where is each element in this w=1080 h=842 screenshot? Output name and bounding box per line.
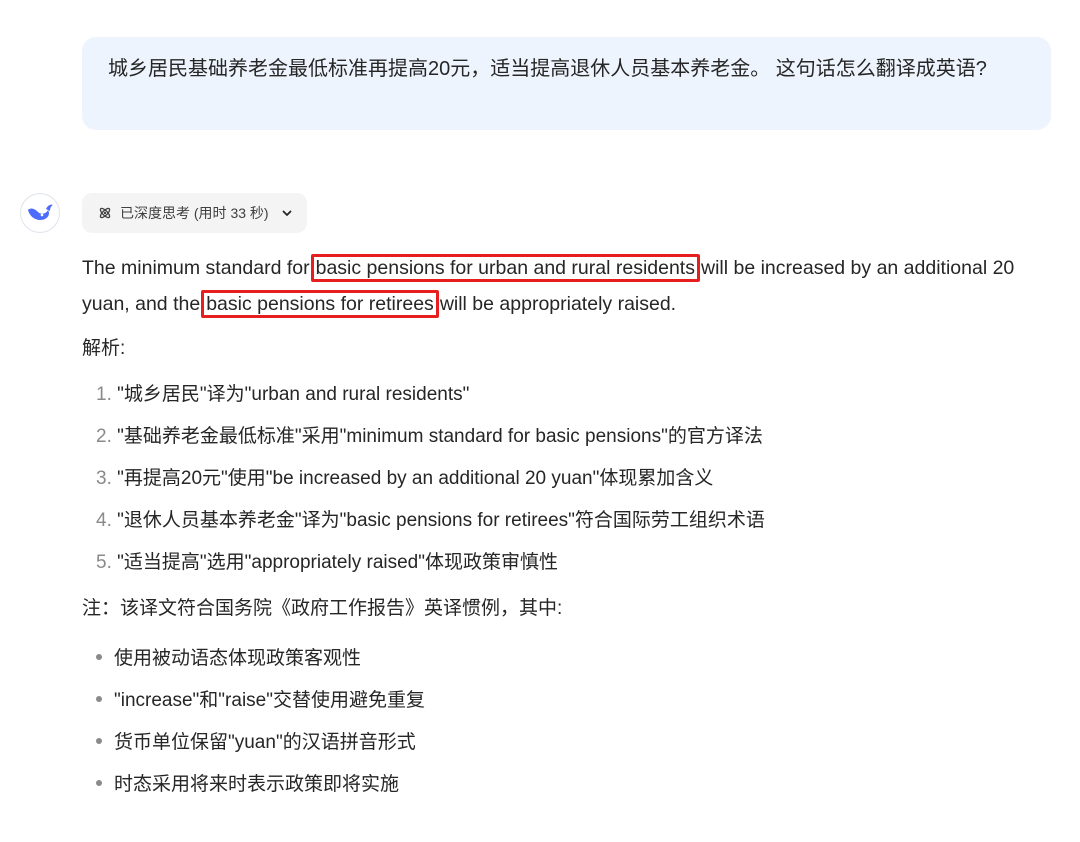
assistant-avatar [20,193,60,233]
analysis-heading: 解析: [82,338,126,359]
translation-part: will be appropriately raised. [439,293,677,315]
list-item: 使用被动语态体现政策客观性 [82,638,1042,680]
list-number: 5. [96,552,112,573]
translation-text: The minimum standard for basic pensions f… [82,250,1042,322]
note-text: 注：该译文符合国务院《政府工作报告》英译惯例，其中: [82,598,563,619]
list-item: 4. "退休人员基本养老金"译为"basic pensions for reti… [82,500,1042,542]
translation-part: The minimum standard for [82,257,310,279]
list-item: "increase"和"raise"交替使用避免重复 [82,680,1042,722]
atom-icon [99,207,111,219]
list-text: "increase"和"raise"交替使用避免重复 [114,690,425,711]
deepseek-whale-icon [28,204,53,220]
list-text: "城乡居民"译为"urban and rural residents" [117,384,470,405]
list-item: 5. "适当提高"选用"appropriately raised"体现政策审慎性 [82,542,1042,584]
analysis-list: 1. "城乡居民"译为"urban and rural residents" 2… [82,374,1042,584]
bullet-icon [96,653,102,660]
list-item: 1. "城乡居民"译为"urban and rural residents" [82,374,1042,416]
user-message-text: 城乡居民基础养老金最低标准再提高20元，适当提高退休人员基本养老金。 这句话怎么… [108,58,987,80]
note-bullet-list: 使用被动语态体现政策客观性 "increase"和"raise"交替使用避免重复… [82,638,1042,806]
list-text: 使用被动语态体现政策客观性 [114,648,362,669]
highlight-box: basic pensions for retirees [201,290,439,318]
list-number: 1. [96,384,112,405]
highlight-box: basic pensions for urban and rural resid… [310,254,700,282]
bullet-icon [96,779,102,786]
list-text: "适当提高"选用"appropriately raised"体现政策审慎性 [117,552,558,573]
list-number: 4. [96,510,112,531]
list-text: 时态采用将来时表示政策即将实施 [114,774,400,795]
assistant-answer: The minimum standard for basic pensions f… [82,250,1042,806]
list-number: 3. [96,468,112,489]
chevron-down-icon [282,210,291,216]
list-item: 2. "基础养老金最低标准"采用"minimum standard for ba… [82,416,1042,458]
deep-think-label: 已深度思考 (用时 33 秒) [120,205,269,221]
list-item: 货币单位保留"yuan"的汉语拼音形式 [82,722,1042,764]
list-number: 2. [96,426,112,447]
bullet-icon [96,737,102,744]
list-item: 时态采用将来时表示政策即将实施 [82,764,1042,806]
list-text: "退休人员基本养老金"译为"basic pensions for retiree… [117,510,765,531]
list-text: "基础养老金最低标准"采用"minimum standard for basic… [117,426,763,447]
user-message-bubble: 城乡居民基础养老金最低标准再提高20元，适当提高退休人员基本养老金。 这句话怎么… [82,37,1051,130]
list-item: 3. "再提高20元"使用"be increased by an additio… [82,458,1042,500]
bullet-icon [96,695,102,702]
deep-think-toggle[interactable]: 已深度思考 (用时 33 秒) [82,193,307,233]
list-text: 货币单位保留"yuan"的汉语拼音形式 [114,732,416,753]
list-text: "再提高20元"使用"be increased by an additional… [117,468,714,489]
